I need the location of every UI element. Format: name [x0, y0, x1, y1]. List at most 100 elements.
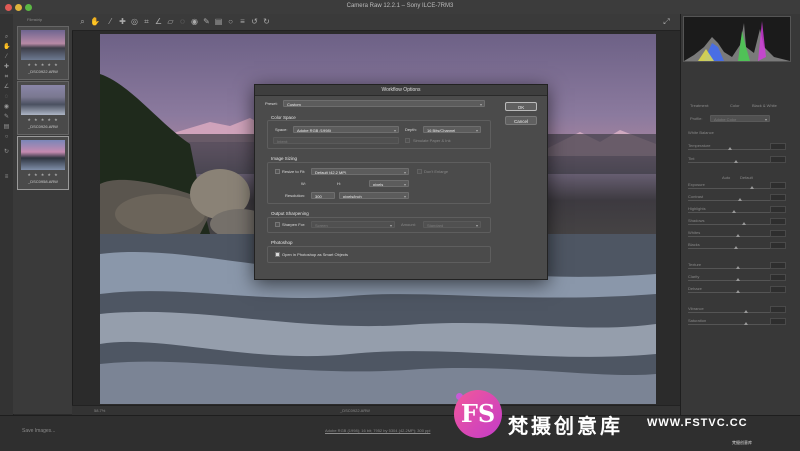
- slider-clarity[interactable]: Clarity: [688, 274, 786, 284]
- depth-select[interactable]: 16 Bits/Channel ▾: [423, 126, 481, 133]
- sharpen-for-label: Sharpen For:: [282, 222, 306, 227]
- slider-value-field[interactable]: [770, 262, 786, 269]
- slider-label: Blacks: [688, 242, 700, 247]
- slider-knob[interactable]: [744, 322, 748, 325]
- slider-tint[interactable]: Tint: [688, 156, 786, 166]
- slider-highlights[interactable]: Highlights: [688, 206, 786, 216]
- slider-exposure[interactable]: Exposure: [688, 182, 786, 192]
- zoom-icon[interactable]: ⌕: [78, 17, 87, 26]
- auto-button[interactable]: Auto: [722, 175, 730, 180]
- spot-removal-icon[interactable]: ◌: [178, 17, 187, 26]
- rating-stars[interactable]: ★ ★ ★ ★ ★: [18, 62, 68, 67]
- workflow-options-link[interactable]: Adobe RGB (1998); 16 bit; 7952 by 5304 (…: [325, 428, 430, 433]
- rotate-right-icon[interactable]: ↻: [262, 17, 271, 26]
- filmstrip-item[interactable]: ★ ★ ★ ★ ★ _DSC0926.ARW: [17, 81, 69, 135]
- graduated-filter-icon[interactable]: ▤: [3, 124, 10, 131]
- slider-knob[interactable]: [738, 198, 742, 201]
- resolution-input[interactable]: 300: [311, 192, 335, 199]
- slider-knob[interactable]: [736, 278, 740, 281]
- slider-knob[interactable]: [732, 210, 736, 213]
- transform-icon[interactable]: ▱: [166, 17, 175, 26]
- radial-filter-icon[interactable]: ○: [226, 17, 235, 26]
- white-balance-icon[interactable]: ⁄: [3, 54, 10, 61]
- slider-temperature[interactable]: Temperature: [688, 143, 786, 153]
- zoom-level[interactable]: 58.7%: [94, 408, 105, 413]
- slider-value-field[interactable]: [770, 306, 786, 313]
- slider-texture[interactable]: Texture: [688, 262, 786, 272]
- crop-icon[interactable]: ⌗: [142, 17, 151, 26]
- sampler-icon[interactable]: ✚: [118, 17, 127, 26]
- adjustment-brush-icon[interactable]: ✎: [202, 17, 211, 26]
- slider-knob[interactable]: [734, 246, 738, 249]
- slider-contrast[interactable]: Contrast: [688, 194, 786, 204]
- smart-objects-label: Open in Photoshop as Smart Objects: [282, 252, 349, 257]
- color-sampler-icon[interactable]: ✚: [3, 64, 10, 71]
- slider-label: Whites: [688, 230, 701, 235]
- eyedropper-icon[interactable]: ⁄: [106, 17, 115, 26]
- treatment-color-option[interactable]: Color: [730, 103, 740, 108]
- slider-value-field[interactable]: [770, 143, 786, 150]
- targeted-adjust-icon[interactable]: ◎: [130, 17, 139, 26]
- rating-stars[interactable]: ★ ★ ★ ★ ★: [18, 172, 68, 177]
- slider-saturation[interactable]: Saturation: [688, 318, 786, 328]
- slider-value-field[interactable]: [770, 218, 786, 225]
- slider-knob[interactable]: [736, 290, 740, 293]
- rotate-left-icon[interactable]: ↺: [250, 17, 259, 26]
- smart-objects-checkbox[interactable]: [275, 252, 280, 257]
- slider-value-field[interactable]: [770, 230, 786, 237]
- filmstrip-item[interactable]: ★ ★ ★ ★ ★ _DSC0922.ARW: [17, 26, 69, 80]
- preferences-icon[interactable]: ≡: [238, 17, 247, 26]
- resize-to-fit-select[interactable]: Default (42.2 MP) ▾: [311, 168, 409, 175]
- slider-knob[interactable]: [736, 266, 740, 269]
- spot-removal-icon[interactable]: ◌: [3, 94, 10, 101]
- slider-knob[interactable]: [734, 160, 738, 163]
- resize-to-fit-checkbox[interactable]: [275, 169, 280, 174]
- filmstrip-item[interactable]: ★ ★ ★ ★ ★ _DSC0958.ARW: [17, 136, 69, 190]
- slider-value-field[interactable]: [770, 286, 786, 293]
- slider-knob[interactable]: [750, 186, 754, 189]
- slider-vibrance[interactable]: Vibrance: [688, 306, 786, 316]
- slider-knob[interactable]: [728, 147, 732, 150]
- slider-knob[interactable]: [742, 222, 746, 225]
- graduated-filter-icon[interactable]: ▤: [214, 17, 223, 26]
- hand-icon[interactable]: ✋: [90, 17, 100, 26]
- zoom-tool-icon[interactable]: ⌕: [3, 34, 10, 41]
- preferences-icon[interactable]: ≡: [3, 174, 10, 181]
- ok-button[interactable]: OK: [505, 102, 537, 111]
- cancel-button[interactable]: Cancel: [505, 116, 537, 125]
- profile-select[interactable]: Adobe Color ▾: [710, 115, 770, 122]
- fullscreen-icon[interactable]: ⤢: [662, 17, 671, 26]
- rotate-icon[interactable]: ↻: [3, 149, 10, 156]
- hand-tool-icon[interactable]: ✋: [3, 44, 10, 51]
- slider-whites[interactable]: Whites: [688, 230, 786, 240]
- crop-tool-icon[interactable]: ⌗: [3, 74, 10, 81]
- brush-icon[interactable]: ✎: [3, 114, 10, 121]
- slider-blacks[interactable]: Blacks: [688, 242, 786, 252]
- resolution-units-select[interactable]: pixels/inch ▾: [339, 192, 409, 199]
- save-images-button[interactable]: Save Images...: [22, 428, 55, 434]
- sharpen-for-checkbox[interactable]: [275, 222, 280, 227]
- preset-select[interactable]: Custom ▾: [283, 100, 485, 107]
- slider-value-field[interactable]: [770, 182, 786, 189]
- default-button[interactable]: Default: [740, 175, 753, 180]
- radial-filter-icon[interactable]: ○: [3, 134, 10, 141]
- treatment-bw-option[interactable]: Black & White: [752, 103, 777, 108]
- slider-white-balance[interactable]: White Balance: [688, 130, 786, 140]
- slider-value-field[interactable]: [770, 194, 786, 201]
- rating-stars[interactable]: ★ ★ ★ ★ ★: [18, 117, 68, 122]
- slider-knob[interactable]: [736, 234, 740, 237]
- slider-value-field[interactable]: [770, 206, 786, 213]
- slider-shadows[interactable]: Shadows: [688, 218, 786, 228]
- slider-value-field[interactable]: [770, 274, 786, 281]
- slider-dehaze[interactable]: Dehaze: [688, 286, 786, 296]
- straighten-icon[interactable]: ∠: [154, 17, 163, 26]
- slider-knob[interactable]: [744, 310, 748, 313]
- slider-value-field[interactable]: [770, 156, 786, 163]
- red-eye-icon[interactable]: ◉: [190, 17, 199, 26]
- slider-value-field[interactable]: [770, 242, 786, 249]
- slider-value-field[interactable]: [770, 318, 786, 325]
- straighten-icon[interactable]: ∠: [3, 84, 10, 91]
- red-eye-icon[interactable]: ◉: [3, 104, 10, 111]
- units-select[interactable]: pixels ▾: [369, 180, 409, 187]
- space-select[interactable]: Adobe RGB (1998) ▾: [293, 126, 399, 133]
